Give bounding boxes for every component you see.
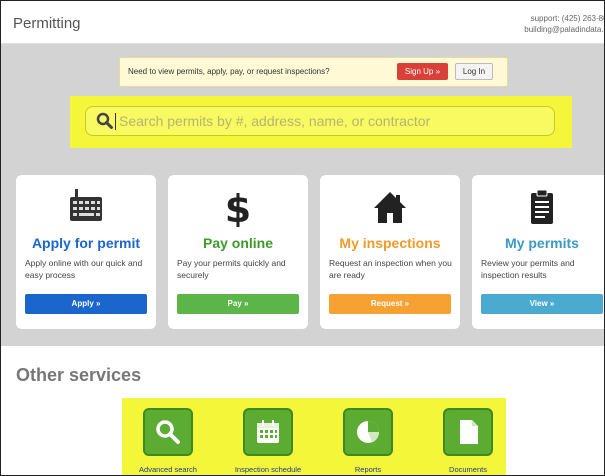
house-icon — [370, 187, 410, 227]
text-cursor — [115, 113, 116, 130]
app-title: Permitting — [13, 15, 81, 32]
service-label[interactable]: Advanced search — [128, 465, 208, 474]
service-documents[interactable]: Documents — [428, 408, 508, 475]
signup-button[interactable]: Sign Up » — [397, 63, 448, 80]
card-description: Request an inspection when you are ready — [329, 258, 452, 280]
service-reports[interactable]: Reports — [328, 408, 408, 475]
svg-text:$: $ — [225, 187, 251, 227]
support-contact: support: (425) 263-800 building@paladind… — [524, 13, 605, 35]
card-title: My inspections — [339, 235, 441, 251]
service-tile[interactable] — [443, 408, 493, 456]
request-button[interactable]: Request » — [329, 294, 451, 314]
clipboard-icon — [522, 187, 562, 227]
card-description: Apply online with our quick and easy pro… — [25, 258, 143, 280]
other-services-title: Other services — [16, 365, 142, 385]
card-description: Pay your permits quickly and securely — [177, 258, 286, 280]
card-my-permits: My permits Review your permits and inspe… — [472, 175, 604, 329]
keyboard-icon — [66, 187, 106, 227]
header: Permitting support: (425) 263-800 buildi… — [1, 1, 604, 44]
service-advanced-search[interactable]: Advanced search — [128, 408, 208, 475]
search-box[interactable] — [85, 106, 555, 136]
card-title: Apply for permit — [31, 235, 141, 251]
search-input[interactable] — [119, 109, 539, 133]
service-label[interactable]: Inspection schedule — [228, 465, 308, 474]
card-apply-for-permit: Apply for permit Apply online with our q… — [16, 175, 156, 329]
app-frame: Permitting support: (425) 263-800 buildi… — [0, 0, 605, 476]
card-my-inspections: My inspections Request an inspection whe… — [320, 175, 460, 329]
service-label[interactable]: Documents — [428, 465, 508, 474]
card-title: My permits — [505, 235, 579, 251]
card-description: Review your permits and inspection resul… — [481, 258, 575, 280]
service-tile[interactable] — [343, 408, 393, 456]
support-phone: support: (425) 263-800 — [530, 14, 605, 23]
signup-message: Need to view permits, apply, pay, or req… — [128, 67, 330, 76]
card-title: Pay online — [202, 235, 274, 251]
pay-button[interactable]: Pay » — [177, 294, 299, 314]
support-email[interactable]: building@paladindata.co — [524, 24, 604, 35]
login-button[interactable]: Log In — [455, 63, 493, 80]
service-label[interactable]: Reports — [328, 465, 408, 474]
card-pay-online: $ Pay online Pay your permits quickly an… — [168, 175, 308, 329]
search-icon — [96, 112, 114, 130]
service-inspection-schedule[interactable]: Inspection schedule — [228, 408, 308, 475]
dollar-icon: $ — [218, 187, 258, 231]
apply-button[interactable]: Apply » — [25, 294, 147, 314]
signup-banner: Need to view permits, apply, pay, or req… — [119, 57, 508, 87]
search-highlight — [70, 96, 572, 148]
view-button[interactable]: View » — [481, 294, 603, 314]
other-services-panel: Advanced search Inspection schedule Repo… — [122, 398, 508, 475]
hero-section: Need to view permits, apply, pay, or req… — [1, 44, 604, 346]
service-tile[interactable] — [243, 408, 293, 456]
service-tile[interactable] — [143, 408, 193, 456]
